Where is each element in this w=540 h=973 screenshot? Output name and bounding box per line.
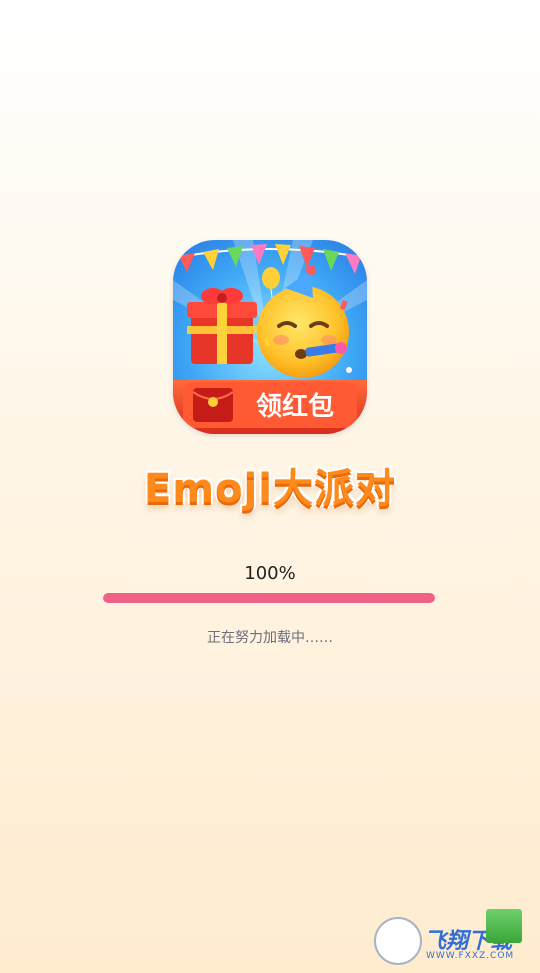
watermark-logo-icon xyxy=(374,917,422,965)
progress-bar xyxy=(103,593,435,603)
watermark: 飞翔下载 WWW.FXXZ.COM xyxy=(374,909,522,967)
progress-percent: 100% xyxy=(244,563,296,584)
app-title: Emoji大派对 xyxy=(144,466,396,512)
watermark-badge-icon xyxy=(486,909,522,943)
watermark-url: WWW.FXXZ.COM xyxy=(426,951,515,961)
app-icon: 领红包 xyxy=(173,240,367,434)
progress-bar-fill xyxy=(103,593,435,603)
loading-status-text: 正在努力加载中…… xyxy=(207,630,333,646)
icon-banner-text: 领红包 xyxy=(256,391,334,422)
